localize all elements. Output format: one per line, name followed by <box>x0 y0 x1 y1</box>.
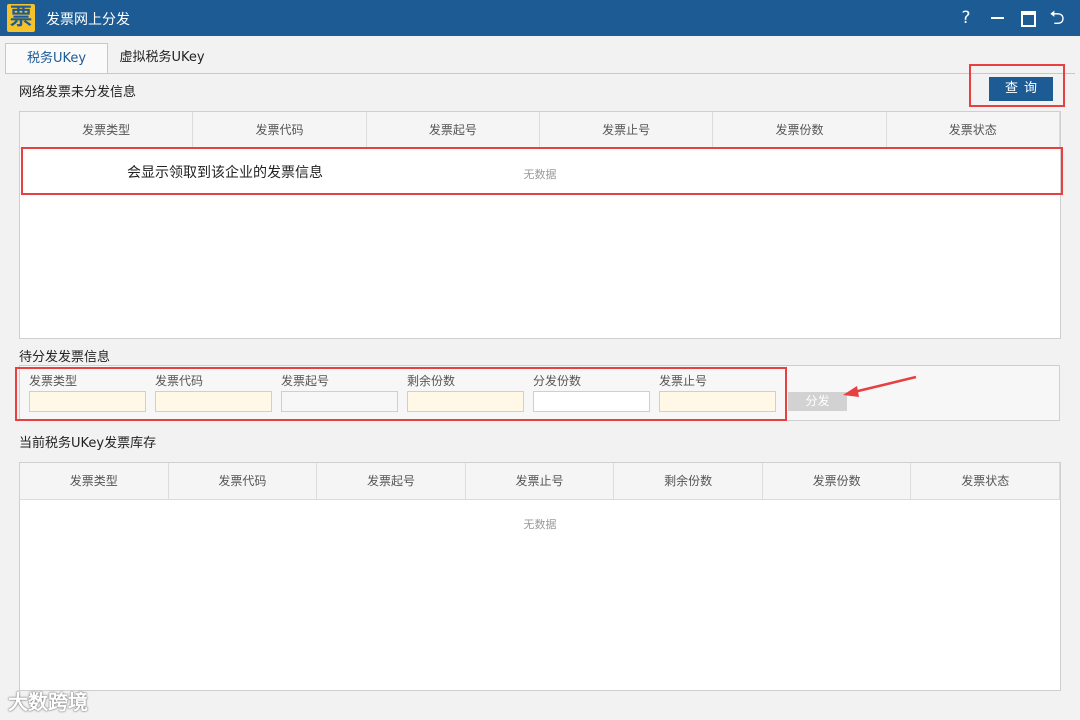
unissued-table: 发票类型 发票代码 发票起号 发票止号 发票份数 发票状态 无数据 <box>19 111 1061 339</box>
back-button[interactable]: ⮌ <box>1045 6 1069 30</box>
column-header[interactable]: 发票代码 <box>169 463 318 499</box>
minimize-button[interactable] <box>985 6 1009 30</box>
title-bar: 票 发票网上分发 ? ⮌ <box>0 0 1080 36</box>
inventory-empty-text: 无数据 <box>523 518 557 531</box>
help-button[interactable]: ? <box>954 6 978 30</box>
column-header[interactable]: 发票类型 <box>20 463 169 499</box>
inventory-table: 发票类型 发票代码 发票起号 发票止号 剩余份数 发票份数 发票状态 无数据 <box>19 462 1061 691</box>
inventory-table-header: 发票类型 发票代码 发票起号 发票止号 剩余份数 发票份数 发票状态 <box>20 463 1061 500</box>
column-header[interactable]: 发票起号 <box>367 112 540 148</box>
fields-highlight-box <box>15 367 787 421</box>
watermark: 大数跨境 <box>8 690 88 714</box>
maximize-button[interactable] <box>1016 6 1040 30</box>
tab-tax-ukey[interactable]: 税务UKey <box>5 43 108 74</box>
unissued-table-header: 发票类型 发票代码 发票起号 发票止号 发票份数 发票状态 <box>20 112 1060 149</box>
annotation-text: 会显示领取到该企业的发票信息 <box>127 165 323 181</box>
column-header[interactable]: 发票止号 <box>540 112 714 148</box>
app-logo-icon: 票 <box>7 4 35 32</box>
tab-virtual-tax-ukey[interactable]: 虚拟税务UKey <box>112 43 212 73</box>
column-header[interactable]: 剩余份数 <box>614 463 763 499</box>
pending-section-title: 待分发发票信息 <box>19 350 111 365</box>
distribute-button[interactable]: 分发 <box>788 392 847 411</box>
arrow-annotation-icon <box>843 375 917 397</box>
tab-divider <box>5 73 1075 74</box>
column-header[interactable]: 发票代码 <box>193 112 367 148</box>
window-title: 发票网上分发 <box>46 12 130 28</box>
minimize-icon <box>990 17 1004 19</box>
inventory-section-title: 当前税务UKey发票库存 <box>19 436 157 451</box>
column-header[interactable]: 发票状态 <box>887 112 1060 148</box>
column-header[interactable]: 发票止号 <box>466 463 615 499</box>
column-header[interactable]: 发票类型 <box>20 112 194 148</box>
column-header[interactable]: 发票状态 <box>911 463 1061 499</box>
query-highlight-box <box>969 64 1065 107</box>
column-header[interactable]: 发票起号 <box>317 463 466 499</box>
column-header[interactable]: 发票份数 <box>763 463 912 499</box>
column-header[interactable]: 发票份数 <box>713 112 887 148</box>
maximize-icon <box>1020 11 1036 27</box>
unissued-section-title: 网络发票未分发信息 <box>19 85 137 100</box>
